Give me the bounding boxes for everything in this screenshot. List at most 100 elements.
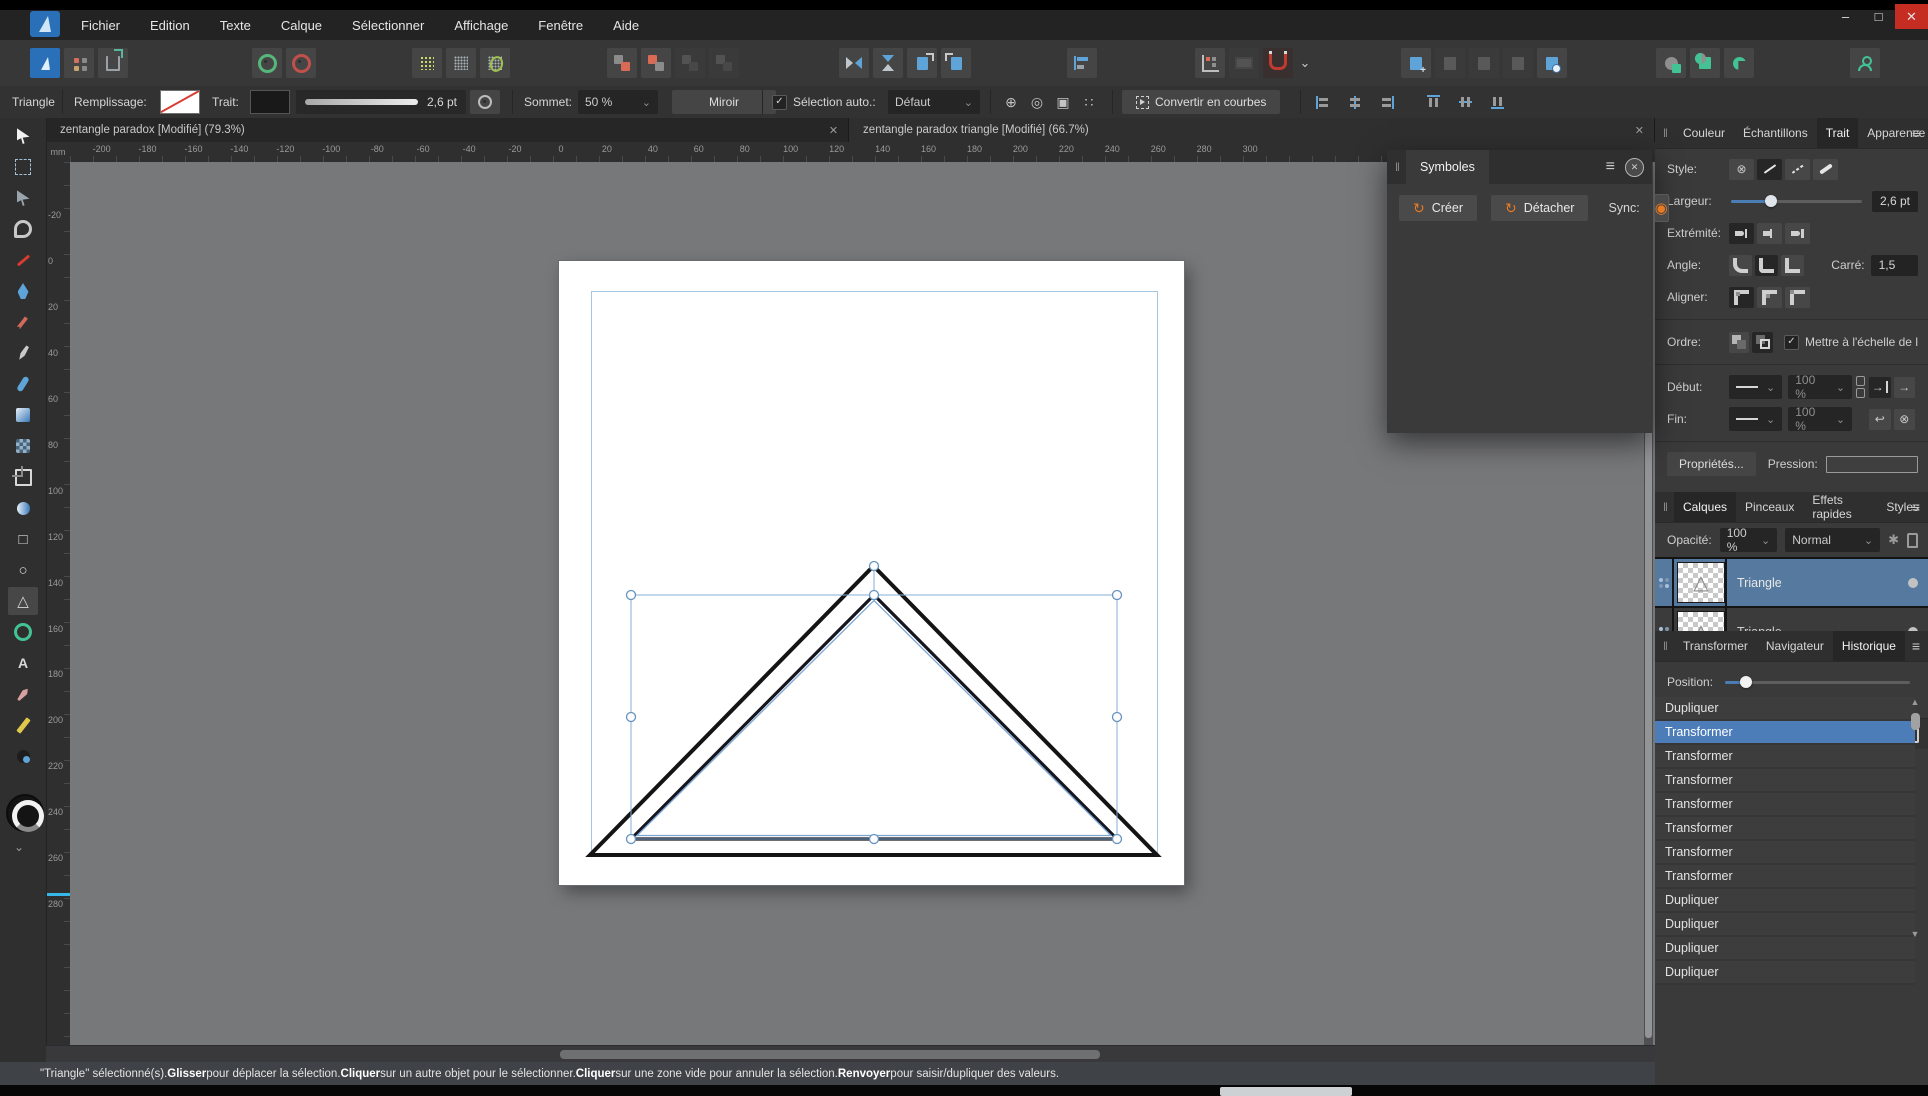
menu-texte[interactable]: Texte bbox=[205, 18, 266, 33]
crop-tool[interactable] bbox=[8, 463, 38, 491]
tab-transformer[interactable]: Transformer bbox=[1674, 631, 1757, 661]
join-bevel-button[interactable] bbox=[1755, 255, 1778, 276]
menu-affichage[interactable]: Affichage bbox=[439, 18, 523, 33]
measure-tool[interactable] bbox=[8, 711, 38, 739]
history-item[interactable]: Dupliquer bbox=[1655, 889, 1915, 913]
move-tool[interactable] bbox=[8, 122, 38, 150]
flip-vertical-button[interactable] bbox=[873, 48, 903, 78]
pen-tool[interactable] bbox=[8, 277, 38, 305]
cap-round-button[interactable] bbox=[1757, 223, 1782, 244]
cap-square-button[interactable] bbox=[1785, 223, 1810, 244]
history-item[interactable]: Dupliquer bbox=[1655, 961, 1915, 985]
scale-with-object-checkbox[interactable]: ✓ bbox=[1784, 335, 1799, 350]
shape-tool[interactable] bbox=[8, 618, 38, 646]
transform-origin-button[interactable]: ⊕ bbox=[998, 90, 1024, 114]
panel-grip-icon[interactable]: ‖ bbox=[1655, 126, 1674, 140]
gradient-tool[interactable] bbox=[8, 494, 38, 522]
fill-tool[interactable] bbox=[8, 401, 38, 429]
join-miter-button[interactable] bbox=[1781, 255, 1804, 276]
rotate-ccw-button[interactable] bbox=[907, 48, 937, 78]
align-left-button[interactable] bbox=[1310, 90, 1336, 114]
stroke-width-value[interactable]: 2,6 pt bbox=[1872, 191, 1918, 212]
stroke-style-solid-button[interactable] bbox=[1757, 159, 1782, 180]
history-item[interactable]: Transformer bbox=[1655, 841, 1915, 865]
export-persona-button[interactable] bbox=[98, 48, 128, 78]
stroke-style-dash-button[interactable] bbox=[1785, 159, 1810, 180]
tab-styles[interactable]: Styles bbox=[1877, 492, 1928, 522]
menu-selectionner[interactable]: Sélectionner bbox=[337, 18, 439, 33]
stroke-align-center-button[interactable] bbox=[1729, 287, 1754, 308]
brush-tool[interactable] bbox=[8, 339, 38, 367]
panel-menu-icon[interactable]: ≡ bbox=[1606, 158, 1615, 176]
panel-grip-icon[interactable]: ‖ bbox=[1655, 639, 1674, 653]
move-to-back-button[interactable] bbox=[641, 48, 671, 78]
transparency-tool[interactable] bbox=[8, 432, 38, 460]
tab-navigateur[interactable]: Navigateur bbox=[1757, 631, 1833, 661]
lock-icon[interactable] bbox=[1907, 533, 1918, 548]
menu-aide[interactable]: Aide bbox=[598, 18, 654, 33]
tab-couleur[interactable]: Couleur bbox=[1674, 118, 1734, 148]
panel-menu-icon[interactable]: ≡ bbox=[1912, 125, 1920, 141]
history-item[interactable]: Transformer bbox=[1655, 865, 1915, 889]
color-selector-wheel[interactable] bbox=[6, 794, 44, 832]
corner-tool[interactable] bbox=[8, 215, 38, 243]
align-bottom-button[interactable] bbox=[1484, 90, 1510, 114]
reset-ends-button[interactable]: ⊗ bbox=[1894, 409, 1915, 430]
snap-pixel-button[interactable] bbox=[446, 48, 476, 78]
stroke-align-outside-button[interactable] bbox=[1785, 287, 1810, 308]
scroll-down-icon[interactable]: ▼ bbox=[1911, 929, 1920, 939]
pressure-graph[interactable] bbox=[1826, 456, 1918, 473]
stroke-width-slider[interactable] bbox=[1731, 200, 1862, 203]
menu-calque[interactable]: Calque bbox=[266, 18, 337, 33]
history-item[interactable]: Dupliquer bbox=[1655, 913, 1915, 937]
show-handles-button[interactable]: ▣ bbox=[1050, 90, 1076, 114]
contour-tool[interactable] bbox=[8, 246, 38, 274]
document-tab-1[interactable]: zentangle paradox [Modifié] (79.3%)✕ bbox=[46, 118, 849, 142]
stroke-settings-button[interactable] bbox=[470, 90, 500, 114]
symbol-create-button[interactable]: ↻Créer bbox=[1399, 195, 1477, 221]
scroll-up-icon[interactable]: ▲ bbox=[1911, 697, 1920, 707]
history-item[interactable]: Dupliquer bbox=[1655, 937, 1915, 961]
history-item[interactable]: Transformer bbox=[1655, 745, 1915, 769]
gear-red-button[interactable] bbox=[286, 48, 316, 78]
convert-to-curves-button[interactable]: Convertir en courbes bbox=[1122, 90, 1280, 114]
alignment-button[interactable] bbox=[1067, 48, 1097, 78]
end-style-dropdown[interactable]: ⌄ bbox=[1729, 407, 1782, 431]
gear-green-button[interactable] bbox=[252, 48, 282, 78]
history-item[interactable]: Dupliquer bbox=[1655, 697, 1915, 721]
horizontal-scrollbar-thumb[interactable] bbox=[560, 1050, 1100, 1059]
vertical-ruler[interactable]: -200204060801001201401601802002202402602… bbox=[46, 162, 71, 1045]
history-item[interactable]: Transformer bbox=[1655, 721, 1915, 745]
align-middle-button[interactable] bbox=[1452, 90, 1478, 114]
boolean-intersect-button[interactable] bbox=[1724, 48, 1754, 78]
swap-ends-button[interactable]: ↩ bbox=[1869, 409, 1890, 430]
snap-grid-button[interactable] bbox=[412, 48, 442, 78]
menu-edition[interactable]: Edition bbox=[135, 18, 205, 33]
join-round-button[interactable] bbox=[1729, 255, 1752, 276]
layer-visibility-dot[interactable] bbox=[1908, 578, 1918, 588]
artboard-tool[interactable] bbox=[8, 153, 38, 181]
panel-menu-icon[interactable]: ≡ bbox=[1912, 638, 1920, 654]
maximize-button[interactable]: □ bbox=[1862, 4, 1895, 29]
autoselect-checkbox[interactable]: ✓ bbox=[772, 95, 787, 110]
magnet-snapping-button[interactable] bbox=[1263, 48, 1293, 78]
menu-fenetre[interactable]: Fenêtre bbox=[523, 18, 598, 33]
ruler-unit[interactable]: mm bbox=[46, 142, 71, 163]
cycle-selection-box-button[interactable]: ◎ bbox=[1024, 90, 1050, 114]
mirror-button[interactable]: Miroir bbox=[672, 90, 776, 114]
autoselect-dropdown[interactable]: Défaut⌄ bbox=[888, 90, 980, 114]
layer-fx-gear-icon[interactable]: ✱ bbox=[1888, 532, 1899, 548]
horizontal-scrollbar[interactable] bbox=[46, 1045, 1655, 1063]
tab-historique[interactable]: Historique bbox=[1833, 631, 1905, 661]
blend-mode-dropdown[interactable]: Normal⌄ bbox=[1785, 528, 1880, 552]
order-front-button[interactable] bbox=[1752, 332, 1772, 353]
tab-effetsrapides[interactable]: Effets rapides bbox=[1803, 492, 1877, 522]
start-arrow-button[interactable]: → bbox=[1869, 377, 1890, 398]
history-item[interactable]: Transformer bbox=[1655, 817, 1915, 841]
start-arrow-alt-button[interactable]: → bbox=[1894, 377, 1915, 398]
account-button[interactable] bbox=[1850, 48, 1880, 78]
pixel-grid-button[interactable]: ∷ bbox=[1076, 90, 1102, 114]
insert-behind-button[interactable] bbox=[1401, 48, 1431, 78]
stroke-align-inside-button[interactable] bbox=[1757, 287, 1782, 308]
miter-value[interactable]: 1,5 bbox=[1871, 255, 1918, 276]
